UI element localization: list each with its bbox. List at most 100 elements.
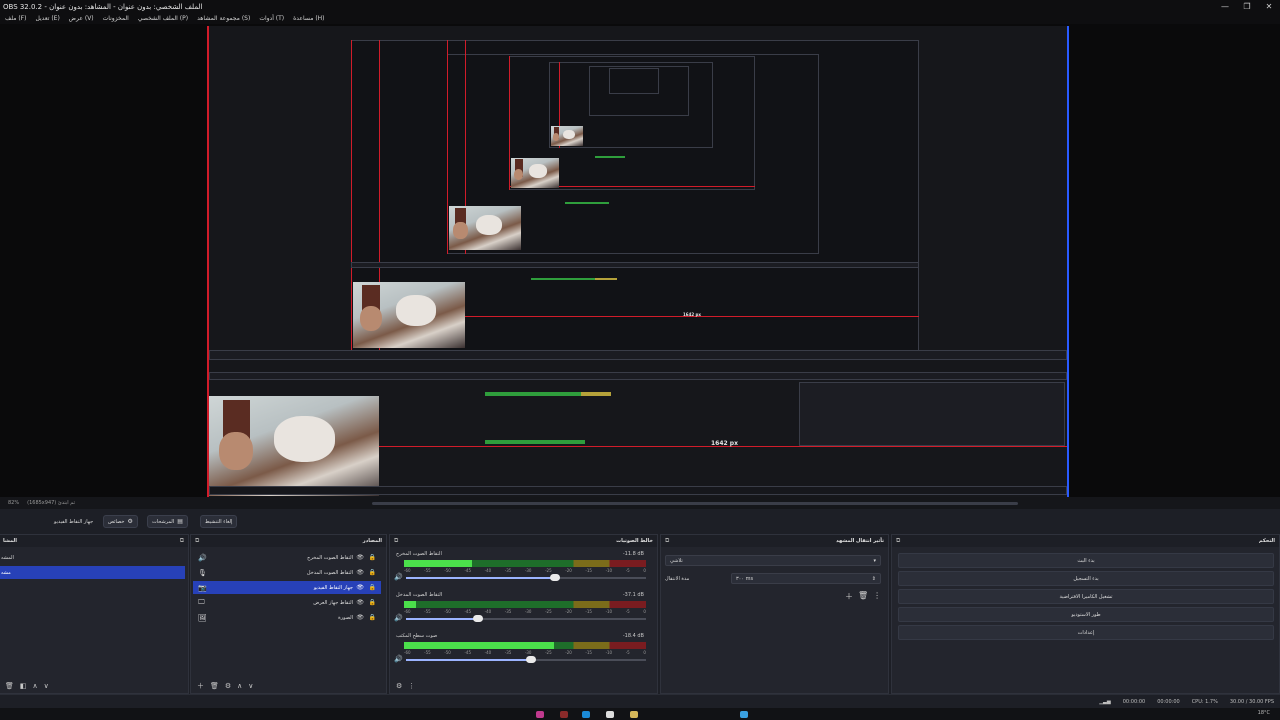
down-icon[interactable]: ∨ (44, 682, 49, 690)
studio-mode-button[interactable]: طور الاستوديو (898, 607, 1274, 622)
remove-icon[interactable]: 🗑 (5, 682, 14, 690)
os-taskbar: 18°C (0, 708, 1280, 720)
visibility-icon[interactable]: 👁 (356, 614, 364, 621)
source-row[interactable]: 🖼 الصورة 👁 🔒 (193, 611, 381, 624)
speaker-icon: 🔊 (198, 553, 207, 562)
close-button[interactable]: ✕ (1258, 0, 1280, 13)
tick-label: -35 (504, 568, 512, 573)
undock-icon[interactable]: ⧉ (394, 537, 398, 545)
undock-icon[interactable]: ⧉ (896, 537, 900, 545)
transition-type-select[interactable]: تلاشي ▾ (665, 555, 881, 566)
add-icon[interactable]: ＋ (845, 591, 853, 602)
source-row[interactable]: 🔊 التقاط الصوت المخرج 👁 🔒 (193, 551, 381, 564)
audio-mixer-dock: ⧉ خالط الصوتيات التقاط الصوت المخرج -11.8 … (389, 534, 658, 694)
tick-label: -55 (424, 609, 431, 614)
filter-icon: ▤ (177, 518, 183, 525)
speaker-icon[interactable]: 🔊 (394, 573, 403, 581)
visibility-icon[interactable]: 👁 (356, 554, 364, 561)
tick-label: -5 (625, 568, 630, 573)
edge-icon[interactable] (582, 711, 590, 718)
menu-bar: ملف (F) تعديل (E) عرض (V) المخزونات المل… (0, 13, 1280, 24)
start-streaming-button[interactable]: بدء البث (898, 553, 1274, 568)
menu-tools[interactable]: أدوات (T) (259, 15, 284, 22)
volume-knob[interactable] (525, 656, 536, 663)
minimize-button[interactable]: — (1214, 0, 1236, 13)
down-icon[interactable]: ∨ (248, 682, 253, 690)
visibility-icon[interactable]: 👁 (356, 599, 364, 606)
store-icon[interactable] (606, 711, 614, 718)
menu-scene-collection[interactable]: مجموعة المشاهد (S) (197, 15, 250, 22)
maximize-button[interactable]: ❐ (1236, 0, 1258, 13)
volume-knob[interactable] (473, 615, 483, 622)
preview-resolution: (1685x947) ثم ابتدئ (27, 500, 75, 506)
obs-icon[interactable] (560, 711, 568, 718)
source-row[interactable]: 🎙 التقاط الصوت المدخل 👁 🔒 (193, 566, 381, 579)
app-icon[interactable] (536, 711, 544, 718)
properties-button[interactable]: خصائص ⚙ (103, 515, 138, 528)
tick-label: -50 (444, 568, 451, 573)
settings-button[interactable]: إعدادات (898, 625, 1274, 640)
undock-icon[interactable]: ⧉ (665, 537, 669, 545)
mixer-channel: التقاط الصوت المدخل -37.1 dB -60 -55 -50 -45-… (394, 592, 646, 632)
gear-icon[interactable]: ⚙ (396, 682, 402, 690)
nested-meter (595, 278, 617, 280)
volume-slider-track[interactable] (554, 577, 646, 579)
preview-canvas[interactable]: 1642 px 1642 px (207, 26, 1069, 497)
horizontal-scrollbar[interactable] (372, 502, 1018, 505)
lock-icon[interactable]: 🔒 (369, 554, 376, 561)
duration-spinbox[interactable]: ٣٠٠ ms ⇕ (731, 573, 881, 584)
lock-icon[interactable]: 🔒 (369, 599, 376, 606)
volume-knob[interactable] (549, 574, 560, 581)
speaker-icon[interactable]: 🔊 (394, 614, 403, 622)
volume-slider[interactable] (406, 577, 555, 579)
add-icon[interactable]: ＋ (197, 681, 204, 691)
remove-icon[interactable]: 🗑 (858, 591, 868, 602)
volume-slider-track[interactable] (478, 618, 646, 620)
source-toolbar: جهاز التقاط الفيديو خصائص ⚙ المرشحات ▤ إلغ… (0, 509, 1280, 534)
speaker-icon[interactable]: 🔊 (394, 655, 403, 663)
up-icon[interactable]: ∧ (33, 682, 38, 690)
scene-item-selected[interactable]: مشه (0, 566, 185, 579)
tick-label: -60 (404, 650, 411, 655)
start-recording-button[interactable]: بدء التسجيل (898, 571, 1274, 586)
up-icon[interactable]: ∧ (237, 682, 242, 690)
more-icon[interactable]: ⋮ (408, 682, 415, 690)
mixer-channel: التقاط الصوت المخرج -11.8 dB -60 -55 -50 -45-… (394, 551, 646, 591)
menu-help[interactable]: مساعدة (H) (293, 15, 324, 22)
scene-item[interactable]: المشه (0, 551, 185, 564)
preview-area[interactable]: 1642 px 1642 px (0, 24, 1280, 497)
menu-profile[interactable]: الملف الشخصي (P) (138, 15, 188, 22)
visibility-icon[interactable]: 👁 (356, 569, 364, 576)
gear-icon[interactable]: ⚙ (225, 682, 231, 690)
volume-slider-track[interactable] (530, 659, 646, 661)
menu-file[interactable]: ملف (F) (5, 15, 26, 22)
lock-icon[interactable]: 🔒 (369, 584, 376, 591)
volume-slider[interactable] (406, 618, 478, 620)
undock-icon[interactable]: ⧉ (180, 537, 184, 545)
visibility-icon[interactable]: 👁 (356, 584, 364, 591)
filter-icon[interactable]: ◧ (20, 682, 27, 690)
nested-dock-headers (209, 372, 1067, 380)
lock-icon[interactable]: 🔒 (369, 614, 376, 621)
camera-icon: 📷 (198, 583, 207, 592)
windows-icon[interactable] (740, 711, 748, 718)
cpu-usage: CPU: 1.7% (1191, 698, 1218, 705)
source-row-selected[interactable]: 📷 جهاز التقاط الفيديو 👁 🔒 (193, 581, 381, 594)
undock-icon[interactable]: ⧉ (195, 537, 199, 545)
deactivate-button[interactable]: إلغاء التنشيط (200, 515, 238, 528)
more-icon[interactable]: ⋮ (873, 591, 881, 602)
filters-button[interactable]: المرشحات ▤ (147, 515, 188, 528)
remove-icon[interactable]: 🗑 (210, 682, 219, 690)
menu-docks[interactable]: المخزونات (103, 15, 129, 22)
channel-name: التقاط الصوت المدخل (396, 592, 443, 598)
source-row[interactable]: 🖵 التقاط جهاز العرض 👁 🔒 (193, 596, 381, 609)
start-virtual-camera-button[interactable]: تشغيل الكاميرا الافتراضية (898, 589, 1274, 604)
volume-slider[interactable] (406, 659, 531, 661)
folder-icon[interactable] (630, 711, 638, 718)
distance-label: 1642 px (711, 440, 738, 447)
lock-icon[interactable]: 🔒 (369, 569, 376, 576)
tick-label: -15 (585, 568, 592, 573)
menu-edit[interactable]: تعديل (E) (35, 15, 59, 22)
menu-view[interactable]: عرض (V) (69, 15, 94, 22)
channel-name: التقاط الصوت المخرج (396, 551, 442, 557)
